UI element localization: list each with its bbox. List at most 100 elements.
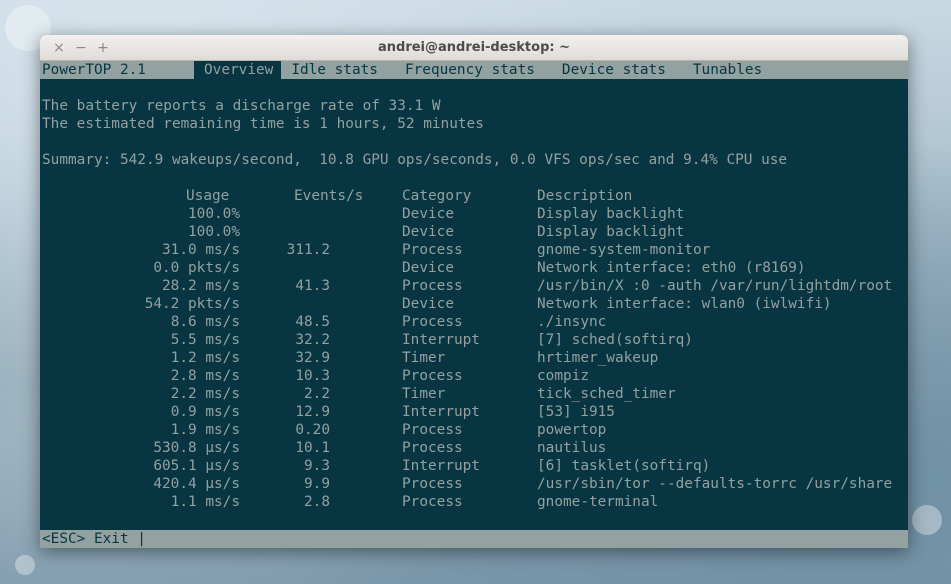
background-bokeh — [15, 555, 35, 575]
cell-category: Device — [402, 296, 454, 312]
background-bokeh — [912, 505, 942, 535]
cell-category: Timer — [402, 386, 446, 402]
cell-usage: 8.6 ms/s — [170, 314, 240, 330]
cell-usage: 420.4 μs/s — [153, 476, 240, 492]
cell-usage: 605.1 μs/s — [153, 458, 240, 474]
cell-usage: 2.8 ms/s — [170, 368, 240, 384]
table-row[interactable]: 1.1 ms/s 2.8 Process gnome-terminal — [40, 493, 908, 511]
table-row[interactable]: 31.0 ms/s 311.2 Process gnome-system-monito… — [40, 241, 908, 259]
battery-line: The battery reports a discharge rate of … — [42, 98, 441, 114]
cell-events: 10.3 — [295, 368, 330, 384]
cell-category: Interrupt — [402, 458, 480, 474]
cell-events: 32.2 — [295, 332, 330, 348]
cell-category: Process — [402, 440, 463, 456]
cell-category: Process — [402, 278, 463, 294]
cell-events: 0.20 — [295, 422, 330, 438]
cell-usage: 0.0 pkts/s — [153, 260, 240, 276]
table-row[interactable]: 0.9 ms/s 12.9 Interrupt [53] i915 — [40, 403, 908, 421]
cell-description: powertop — [537, 422, 607, 438]
cell-usage: 28.2 ms/s — [162, 278, 240, 294]
tab-device-stats[interactable]: Device stats — [562, 61, 693, 79]
table-row[interactable]: 2.2 ms/s 2.2 Timer tick_sched_timer — [40, 385, 908, 403]
cell-usage: 0.9 ms/s — [170, 404, 240, 420]
cell-description: gnome-system-monitor — [537, 242, 711, 258]
cell-description: [6] tasklet(softirq) — [537, 458, 711, 474]
cell-description: [53] i915 — [537, 404, 615, 420]
terminal-content[interactable]: PowerTOP 2.1 Overview Idle stats Frequen… — [40, 61, 908, 548]
cell-description: Display backlight — [537, 224, 685, 240]
cell-events — [240, 205, 330, 223]
table-header: Usage Events/s Category Description — [40, 187, 908, 205]
header-description: Description — [537, 188, 633, 204]
cell-events: 311.2 — [286, 242, 330, 258]
cell-description: compiz — [537, 368, 589, 384]
table-row[interactable]: 100.0% Device Display backlight — [40, 223, 908, 241]
table-row[interactable]: 2.8 ms/s 10.3 Process compiz — [40, 367, 908, 385]
cell-usage: 31.0 ms/s — [162, 242, 240, 258]
cell-category: Device — [402, 224, 454, 240]
cell-usage: 1.1 ms/s — [170, 494, 240, 510]
cell-description: nautilus — [537, 440, 607, 456]
window-title: andrei@andrei-desktop: ~ — [377, 39, 570, 55]
table-row[interactable]: 1.2 ms/s 32.9 Timer hrtimer_wakeup — [40, 349, 908, 367]
cell-usage: 2.2 ms/s — [170, 386, 240, 402]
table-row[interactable]: 1.9 ms/s 0.20 Process powertop — [40, 421, 908, 439]
table-row[interactable]: 530.8 μs/s 10.1 Process nautilus — [40, 439, 908, 457]
table-row[interactable]: 8.6 ms/s 48.5 Process ./insync — [40, 313, 908, 331]
process-table: Usage Events/s Category Description 100.… — [40, 187, 908, 511]
table-row[interactable]: 0.0 pkts/s Device Network interface: eth0 … — [40, 259, 908, 277]
cell-description: /usr/sbin/tor --defaults-torrc /usr/shar… — [537, 476, 893, 492]
window-titlebar[interactable]: × − + andrei@andrei-desktop: ~ — [40, 35, 908, 61]
cell-description: [7] sched(softirq) — [537, 332, 693, 348]
cell-category: Interrupt — [402, 332, 480, 348]
cell-category: Process — [402, 494, 463, 510]
table-row[interactable]: 420.4 μs/s 9.9 Process/usr/sbin/tor --defa… — [40, 475, 908, 493]
cell-description: gnome-terminal — [537, 494, 659, 510]
cell-events: 48.5 — [295, 314, 330, 330]
table-row[interactable]: 100.0% Device Display backlight — [40, 205, 908, 223]
cell-events: 2.2 — [304, 386, 330, 402]
cell-usage: 1.2 ms/s — [170, 350, 240, 366]
cell-events — [240, 223, 330, 241]
cell-description: /usr/bin/X :0 -auth /var/run/lightdm/roo… — [537, 278, 893, 294]
cell-events — [240, 259, 330, 277]
cell-description: Network interface: wlan0 (iwlwifi) — [537, 296, 832, 312]
tab-idle-stats[interactable]: Idle stats — [281, 61, 405, 79]
table-body: 100.0% Device Display backlight 100.0% Devic… — [40, 205, 908, 511]
cell-category: Device — [402, 260, 454, 276]
cell-usage: 54.2 pkts/s — [144, 296, 240, 312]
cell-events: 41.3 — [295, 278, 330, 294]
header-category: Category — [402, 188, 472, 204]
table-row[interactable]: 5.5 ms/s 32.2 Interrupt [7] sched(softirq) — [40, 331, 908, 349]
cell-usage: 1.9 ms/s — [170, 422, 240, 438]
terminal-window: × − + andrei@andrei-desktop: ~ PowerTOP … — [40, 35, 908, 548]
cell-description: Network interface: eth0 (r8169) — [537, 260, 806, 276]
cell-events: 2.8 — [304, 494, 330, 510]
cell-usage: 530.8 μs/s — [153, 440, 240, 456]
cell-category: Process — [402, 422, 463, 438]
cell-description: tick_sched_timer — [537, 386, 676, 402]
cell-category: Process — [402, 314, 463, 330]
table-row[interactable]: 605.1 μs/s 9.3 Interrupt [6] tasklet(softir… — [40, 457, 908, 475]
cell-events: 32.9 — [295, 350, 330, 366]
cell-usage: 5.5 ms/s — [170, 332, 240, 348]
table-row[interactable]: 54.2 pkts/s Device Network interface: wlan… — [40, 295, 908, 313]
cell-events: 12.9 — [295, 404, 330, 420]
cell-usage: 100.0% — [188, 206, 240, 222]
tab-overview[interactable]: Overview — [194, 61, 282, 79]
cell-category: Device — [402, 206, 454, 222]
status-bar[interactable]: <ESC> Exit | — [40, 530, 908, 548]
cell-category: Process — [402, 476, 463, 492]
cell-description: Display backlight — [537, 206, 685, 222]
cell-category: Process — [402, 368, 463, 384]
cell-events: 9.9 — [304, 476, 330, 492]
table-row[interactable]: 28.2 ms/s 41.3 Process/usr/bin/X :0 -auth … — [40, 277, 908, 295]
tab-frequency-stats[interactable]: Frequency stats — [405, 61, 562, 79]
cell-description: hrtimer_wakeup — [537, 350, 659, 366]
cell-category: Process — [402, 242, 463, 258]
powertop-tabbar: PowerTOP 2.1 Overview Idle stats Frequen… — [40, 61, 908, 79]
tab-tunables[interactable]: Tunables — [693, 61, 762, 79]
